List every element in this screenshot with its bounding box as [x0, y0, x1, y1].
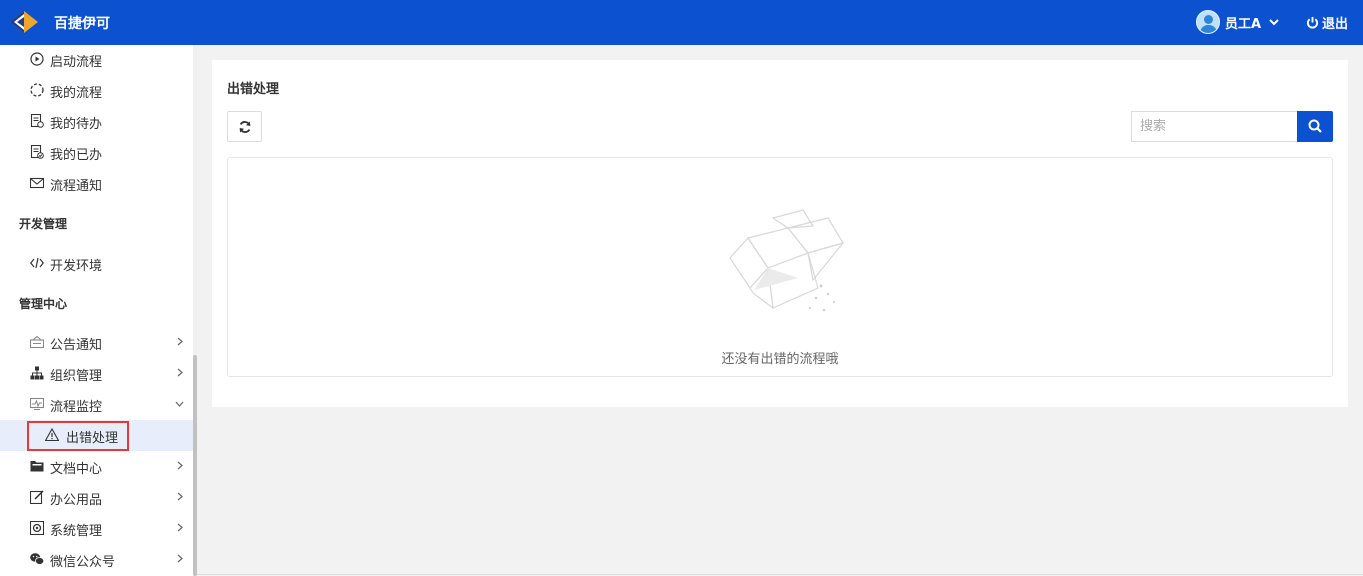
group-title-dev: 开发管理: [19, 217, 68, 231]
bottom-divider: [197, 574, 1363, 575]
sidebar-item-office-supplies[interactable]: 办公用品: [0, 482, 193, 513]
monitor-icon: [30, 397, 44, 410]
todo-doc-icon: [30, 114, 44, 128]
chevron-right-icon: [177, 492, 183, 501]
empty-box-icon: [729, 209, 845, 312]
sidebar-item-label: 我的待办: [50, 117, 103, 132]
sidebar-item-my-done[interactable]: 我的已办: [0, 137, 193, 168]
sidebar-item-dev-env[interactable]: 开发环境: [0, 248, 193, 279]
org-tree-icon: [30, 366, 44, 380]
search-input[interactable]: [1131, 111, 1298, 142]
play-circle-icon: [30, 52, 44, 66]
wechat-icon: [30, 553, 44, 565]
envelope-icon: [30, 177, 44, 189]
chevron-right-icon: [177, 461, 183, 470]
search-icon: [1308, 119, 1322, 133]
sidebar-item-label: 公告通知: [50, 338, 103, 353]
sidebar-item-system[interactable]: 系统管理: [0, 513, 193, 544]
top-bar: 百捷伊可 员工A 退出: [0, 0, 1363, 45]
circle-dashed-icon: [30, 83, 44, 97]
page-title: 出错处理: [227, 82, 280, 97]
notice-icon: [30, 335, 44, 349]
sidebar-item-process-notice[interactable]: 流程通知: [0, 168, 193, 199]
sidebar-item-org[interactable]: 组织管理: [0, 358, 193, 389]
code-icon: [30, 257, 44, 269]
done-doc-icon: [30, 145, 44, 159]
sidebar-item-label: 系统管理: [50, 524, 103, 539]
chevron-right-icon: [177, 337, 183, 346]
logout-label: 退出: [1322, 17, 1349, 32]
sidebar: 启动流程 我的流程 我的待办 我的已办 流程通知 开发管理 开发环境 管理中心 …: [0, 45, 197, 576]
app-title: 百捷伊可: [54, 16, 110, 32]
app-logo[interactable]: [8, 9, 40, 36]
sidebar-item-my-todo[interactable]: 我的待办: [0, 106, 193, 137]
chevron-right-icon: [177, 368, 183, 377]
edit-icon: [30, 490, 44, 504]
sidebar-item-label: 我的已办: [50, 148, 103, 163]
search-button[interactable]: [1297, 111, 1333, 142]
empty-state: 还没有出错的流程哦: [227, 157, 1333, 377]
sidebar-item-label: 流程监控: [50, 400, 103, 415]
chevron-right-icon: [177, 523, 183, 532]
sidebar-item-label: 启动流程: [50, 55, 103, 70]
sidebar-item-label: 流程通知: [50, 179, 103, 194]
sidebar-item-label: 组织管理: [50, 369, 103, 384]
sidebar-item-label: 开发环境: [50, 259, 103, 274]
highlight-annotation: [27, 421, 129, 451]
refresh-button[interactable]: [227, 111, 262, 142]
chevron-down-icon: [1269, 19, 1279, 26]
empty-state-text: 还没有出错的流程哦: [721, 352, 839, 367]
user-menu[interactable]: 员工A: [1196, 10, 1280, 34]
group-title-mgmt: 管理中心: [19, 297, 68, 311]
sidebar-scrollbar-thumb[interactable]: [193, 355, 197, 576]
sidebar-item-label: 微信公众号: [50, 555, 116, 570]
sidebar-item-announcement[interactable]: 公告通知: [0, 327, 193, 358]
sidebar-item-label: 办公用品: [50, 493, 103, 508]
refresh-icon: [239, 121, 251, 133]
user-name: 员工A: [1225, 16, 1262, 32]
main-panel: 出错处理 搜索 还没有出错的流程哦: [212, 60, 1348, 407]
sidebar-item-start-process[interactable]: 启动流程: [0, 45, 193, 75]
logout-button[interactable]: 退出: [1306, 13, 1348, 32]
sidebar-item-process-monitor[interactable]: 流程监控: [0, 389, 193, 420]
sidebar-item-doc-center[interactable]: 文档中心: [0, 451, 193, 482]
power-icon: [1306, 16, 1319, 29]
chevron-down-icon: [175, 401, 184, 407]
sidebar-item-wechat[interactable]: 微信公众号: [0, 544, 193, 575]
chevron-right-icon: [177, 554, 183, 563]
sidebar-item-my-process[interactable]: 我的流程: [0, 75, 193, 106]
sidebar-item-label: 文档中心: [50, 462, 103, 477]
avatar: [1196, 10, 1220, 34]
settings-icon: [30, 521, 44, 535]
sidebar-item-label: 我的流程: [50, 86, 103, 101]
folder-icon: [30, 461, 44, 472]
